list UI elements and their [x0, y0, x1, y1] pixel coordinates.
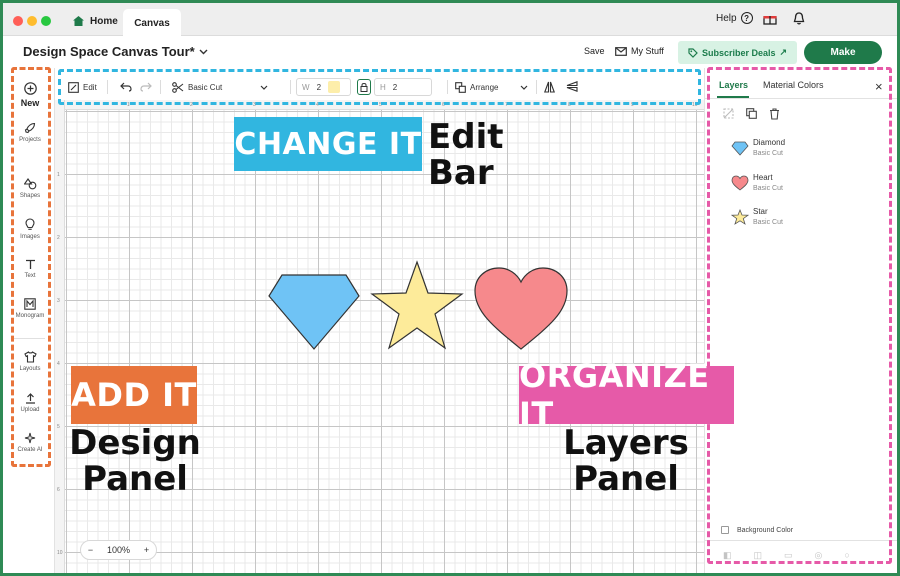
layers-panel-highlight: [707, 67, 892, 564]
title-bar: Home Canvas Help ?: [3, 3, 897, 37]
edit-bar-caption: Edit Bar: [428, 117, 504, 193]
layers-caption-line2: Panel: [573, 458, 679, 499]
change-it-callout: CHANGE IT: [234, 117, 422, 171]
envelope-icon: [615, 46, 627, 56]
project-header: Design Space Canvas Tour* Save My Stuff …: [3, 36, 897, 68]
home-icon: [73, 16, 84, 26]
subscriber-deals-button[interactable]: Subscriber Deals ↗: [678, 41, 797, 64]
diamond-shape[interactable]: [268, 274, 360, 350]
tab-home[interactable]: Home: [73, 12, 118, 30]
close-window-button[interactable]: [13, 16, 23, 26]
maximize-window-button[interactable]: [41, 16, 51, 26]
ruler-tick: 3: [57, 298, 60, 304]
bell-icon[interactable]: [793, 12, 805, 25]
organize-it-callout: ORGANIZE IT: [519, 357, 734, 433]
add-it-text: ADD IT: [71, 376, 197, 414]
ruler-tick: 10: [57, 550, 63, 556]
design-panel-highlight: [11, 67, 51, 467]
star-shape[interactable]: [370, 260, 464, 350]
design-panel-caption: Design Panel: [61, 423, 209, 499]
zoom-level: 100%: [106, 545, 131, 555]
make-label: Make: [830, 47, 856, 58]
ruler-tick: 1: [57, 172, 60, 178]
layers-caption-line1: Layers: [563, 423, 689, 463]
zoom-out-button[interactable]: −: [88, 545, 93, 555]
help-icon: ?: [740, 12, 753, 24]
zoom-in-button[interactable]: +: [144, 545, 149, 555]
external-arrow-icon: ↗: [779, 47, 788, 57]
tab-canvas-label: Canvas: [134, 17, 170, 29]
app-window: Home Canvas Help ? Design Space Canvas T…: [0, 0, 900, 576]
subscriber-deals-label: Subscriber Deals: [701, 47, 776, 58]
tag-icon: [688, 47, 698, 58]
heart-shape[interactable]: [474, 267, 568, 351]
project-title-dropdown[interactable]: Design Space Canvas Tour*: [23, 44, 208, 59]
save-label: Save: [584, 46, 605, 56]
layers-panel-caption: Layers Panel: [551, 423, 701, 499]
save-button[interactable]: Save: [584, 46, 605, 56]
project-title: Design Space Canvas Tour*: [23, 44, 195, 59]
my-stuff-label: My Stuff: [631, 46, 664, 56]
help-button[interactable]: Help ?: [716, 12, 753, 24]
organize-it-text: ORGANIZE IT: [519, 357, 710, 433]
make-button[interactable]: Make: [804, 41, 882, 64]
ruler-tick: 5: [57, 424, 60, 430]
change-it-text: CHANGE IT: [234, 126, 422, 162]
zoom-control: − 100% +: [80, 540, 157, 560]
design-caption-line2: Panel: [82, 458, 188, 499]
ruler-left: 1 2 3 4 5 6 10: [55, 100, 65, 573]
edit-bar-highlight: [58, 69, 701, 105]
help-label: Help: [716, 12, 737, 24]
ruler-tick: 4: [57, 361, 60, 367]
tab-home-label: Home: [90, 15, 118, 27]
tab-canvas[interactable]: Canvas: [123, 9, 181, 37]
ruler-tick: 6: [57, 487, 60, 493]
minimize-window-button[interactable]: [27, 16, 37, 26]
chevron-down-icon: [199, 49, 208, 54]
add-it-callout: ADD IT: [71, 366, 197, 424]
gift-icon[interactable]: [763, 13, 777, 25]
design-caption-line1: Design: [69, 423, 201, 463]
ruler-tick: 2: [57, 235, 60, 241]
my-stuff-button[interactable]: My Stuff: [615, 46, 664, 56]
